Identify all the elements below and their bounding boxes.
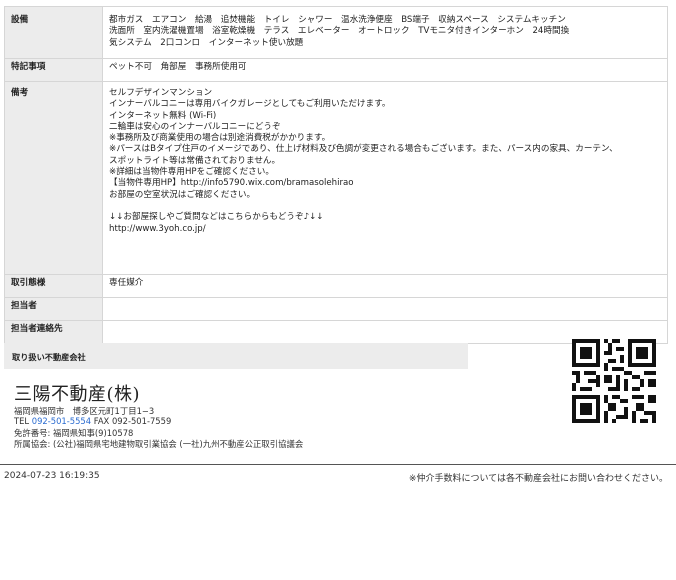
- agency-section-title: 取り扱い不動産会社: [12, 352, 86, 362]
- tel-label: TEL: [14, 416, 30, 426]
- remarks-label: 備考: [4, 81, 103, 275]
- equipment-value: 都市ガス エアコン 給湯 追焚機能 トイレ シャワー 温水洗浄便座 BS端子 収…: [102, 6, 668, 59]
- transaction-type-label: 取引態様: [4, 274, 103, 298]
- remarks-line: インナーバルコニーは専用バイクガレージとしてもご利用いただけます。: [109, 99, 391, 110]
- tel-number-link[interactable]: 092-501-5554: [32, 416, 91, 426]
- special-notes-value: ペット不可 角部屋 事務所使用可: [102, 58, 668, 82]
- property-hp-link[interactable]: 【当物件専用HP】http://info5790.wix.com/bramaso…: [109, 178, 661, 189]
- equipment-row: 設備 都市ガス エアコン 給湯 追焚機能 トイレ シャワー 温水洗浄便座 BS端…: [4, 6, 668, 59]
- fax-number: 092-501-7559: [111, 416, 172, 426]
- remarks-line: ※パースはBタイプ住戸のイメージであり、仕上げ材料及び色調が変更される場合もござ…: [109, 144, 618, 155]
- agency-phone-line: TEL 092-501-5554 FAX 092-501-7559: [14, 416, 171, 426]
- equipment-label: 設備: [4, 6, 103, 59]
- transaction-type-row: 取引態様 専任媒介: [4, 274, 668, 298]
- remarks-line: セルフデザインマンション: [109, 88, 213, 98]
- staff-contact-label: 担当者連絡先: [4, 320, 103, 344]
- qr-code-icon[interactable]: [572, 339, 656, 423]
- transaction-type-value: 専任媒介: [102, 274, 668, 298]
- remarks-line: 二輪車は安心のインナーバルコニーにどうぞ: [109, 121, 281, 132]
- remarks-value: セルフデザインマンション インナーバルコニーは専用バイクガレージとしてもご利用い…: [102, 81, 668, 275]
- print-timestamp: 2024-07-23 16:19:35: [4, 471, 100, 481]
- agency-associations: 所属協会: (公社)福岡県宅地建物取引業協会 (一社)九州不動産公正取引協議会: [14, 439, 304, 449]
- agency-name: 三陽不動産(株): [14, 384, 141, 405]
- equipment-line: 洗面所 室内洗濯機置場 浴室乾燥機 テラス エレベーター オートロック TVモニ…: [109, 26, 570, 37]
- special-notes-label: 特記事項: [4, 58, 103, 82]
- fax-label: FAX: [93, 416, 110, 426]
- agency-section-header: 取り扱い不動産会社: [4, 343, 468, 369]
- staff-row: 担当者: [4, 297, 668, 321]
- equipment-line: 都市ガス エアコン 給湯 追焚機能 トイレ シャワー 温水洗浄便座 BS端子 収…: [109, 15, 566, 25]
- fee-disclaimer: ※仲介手数料については各不動産会社にお問い合わせください。: [408, 474, 668, 484]
- remarks-line: インターネット無料 (Wi-Fi): [109, 110, 217, 121]
- remarks-line: ※事務所及び商業使用の場合は別途消費税がかかります。: [109, 133, 331, 144]
- equipment-line: 気システム 2口コンロ インターネット使い放題: [109, 37, 304, 48]
- special-notes-row: 特記事項 ペット不可 角部屋 事務所使用可: [4, 58, 668, 82]
- staff-value: [102, 297, 668, 321]
- remarks-line: スポットライト等は常備されておりません。: [109, 155, 281, 166]
- remarks-row: 備考 セルフデザインマンション インナーバルコニーは専用バイクガレージとしてもご…: [4, 81, 668, 275]
- staff-label: 担当者: [4, 297, 103, 321]
- property-detail-table: 設備 都市ガス エアコン 給湯 追焚機能 トイレ シャワー 温水洗浄便座 BS端…: [4, 6, 668, 344]
- remarks-line: [109, 201, 661, 212]
- remarks-line: ※詳細は当物件専用HPをご確認ください。: [109, 167, 274, 178]
- remarks-line: ↓↓お部屋探しやご質問などはこちらからもどうぞ♪↓↓: [109, 212, 324, 223]
- staff-contact-row: 担当者連絡先: [4, 320, 668, 344]
- footer-divider: [0, 464, 676, 465]
- remarks-line: お部屋の空室状況はご確認ください。: [109, 189, 256, 200]
- company-website-link[interactable]: http://www.3yoh.co.jp/: [109, 224, 661, 235]
